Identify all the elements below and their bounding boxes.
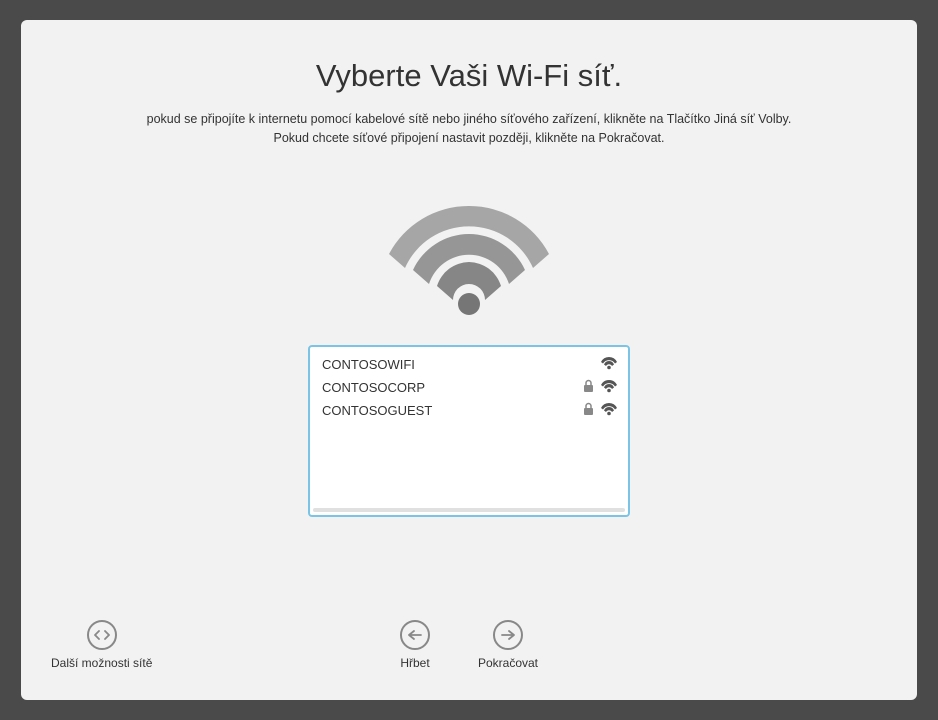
wifi-hero-icon — [51, 176, 887, 321]
page-title: Vyberte Vaši Wi-Fi síť. — [51, 58, 887, 94]
footer: Další možnosti sítě Hřbet Pokračovat — [51, 620, 887, 680]
page-subtitle: pokud se připojíte k internetu pomocí ka… — [129, 110, 809, 148]
network-row[interactable]: CONTOSOCORP — [310, 376, 628, 399]
network-name: CONTOSOGUEST — [322, 403, 583, 418]
back-button[interactable]: Hřbet — [400, 620, 430, 670]
setup-window: Vyberte Vaši Wi-Fi síť. pokud se připojí… — [21, 20, 917, 700]
wifi-signal-icon — [600, 402, 618, 419]
network-name: CONTOSOWIFI — [322, 357, 600, 372]
back-label: Hřbet — [400, 656, 429, 670]
other-options-icon — [87, 620, 117, 650]
arrow-left-icon — [400, 620, 430, 650]
network-row[interactable]: CONTOSOGUEST — [310, 399, 628, 422]
other-options-label: Další možnosti sítě — [51, 656, 152, 670]
other-options-button[interactable]: Další možnosti sítě — [51, 620, 152, 670]
network-name: CONTOSOCORP — [322, 380, 583, 395]
network-list[interactable]: CONTOSOWIFI CONTOSOCORP — [308, 345, 630, 517]
lock-icon — [583, 379, 594, 396]
lock-icon — [583, 402, 594, 419]
arrow-right-icon — [493, 620, 523, 650]
continue-label: Pokračovat — [478, 656, 538, 670]
continue-button[interactable]: Pokračovat — [478, 620, 538, 670]
network-row[interactable]: CONTOSOWIFI — [310, 353, 628, 376]
wifi-signal-icon — [600, 379, 618, 396]
scrollbar[interactable] — [313, 508, 625, 512]
wifi-signal-icon — [600, 356, 618, 373]
